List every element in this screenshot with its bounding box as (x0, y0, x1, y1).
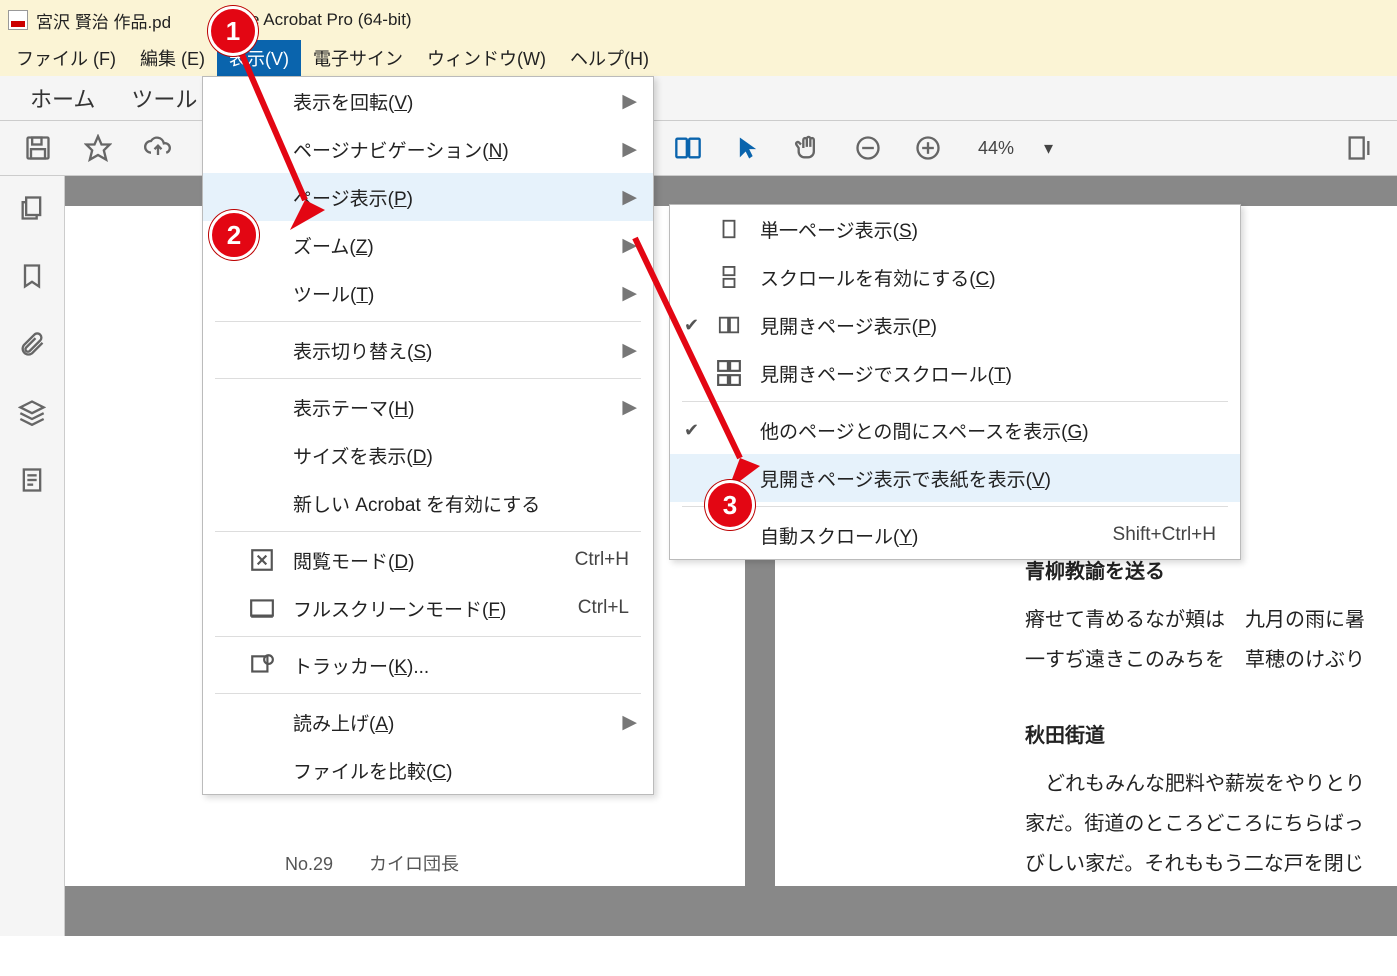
document-panel-icon[interactable] (18, 466, 46, 498)
doc-heading-2: 秋田街道 (1025, 716, 1397, 756)
doc-line-3: どれもみんな肥料や薪炭をやりとり (1025, 764, 1397, 804)
attachments-panel-icon[interactable] (18, 330, 46, 362)
view-menu-tools[interactable]: ツール(T)▶ (203, 269, 653, 317)
star-button[interactable] (68, 134, 128, 162)
layers-panel-icon[interactable] (18, 398, 46, 430)
doc-line-2: 一すぢ遠きこのみちを 草穂のけぶり (1025, 640, 1397, 680)
window-title-prefix: 宮沢 賢治 作品.pd (36, 8, 171, 33)
page-display-auto[interactable]: 自動スクロール(Y)Shift+Ctrl+H (670, 511, 1240, 559)
save-button[interactable] (8, 134, 68, 162)
bookmark-panel-icon[interactable] (18, 262, 46, 294)
cloud-upload-button[interactable] (128, 134, 188, 162)
pages-panel-icon[interactable] (18, 194, 46, 226)
doc-line-1: 瘠せて青めるなが頬は 九月の雨に暑 (1025, 600, 1397, 640)
zoom-out-button[interactable] (838, 134, 898, 162)
view-menu-compare[interactable]: ファイルを比較(C) (203, 746, 653, 794)
page-footer-text: No.29 カイロ団長 (285, 850, 459, 876)
menu-file[interactable]: ファイル (F) (4, 40, 128, 76)
view-menu-tracker[interactable]: トラッカー(K)... (203, 641, 653, 689)
annotation-arrow-2 (620, 228, 780, 508)
annotation-badge-1: 1 (208, 6, 258, 56)
menu-window[interactable]: ウィンドウ(W) (415, 40, 558, 76)
doc-line-4: 家だ。街道のところどころにちらばっ (1025, 804, 1397, 844)
pdf-file-icon (8, 10, 28, 30)
select-tool-button[interactable] (718, 134, 778, 162)
menu-help[interactable]: ヘルプ(H) (558, 40, 661, 76)
view-menu-readaloud[interactable]: 読み上げ(A)▶ (203, 698, 653, 746)
left-panel (0, 176, 65, 936)
window-title-suffix: obe Acrobat Pro (64-bit) (231, 10, 411, 30)
view-menu-full[interactable]: フルスクリーンモード(F)Ctrl+L (203, 584, 653, 632)
view-menu-size[interactable]: サイズを表示(D) (203, 431, 653, 479)
view-menu-newacro[interactable]: 新しい Acrobat を有効にする (203, 479, 653, 527)
annotation-badge-2: 2 (209, 210, 259, 260)
chevron-down-icon: ▾ (1044, 138, 1053, 159)
view-menu-switch[interactable]: 表示切り替え(S)▶ (203, 326, 653, 374)
zoom-level-select[interactable]: 44% ▾ (978, 138, 1053, 159)
menu-edit[interactable]: 編集 (E) (128, 40, 217, 76)
zoom-in-button[interactable] (898, 134, 958, 162)
hand-tool-button[interactable] (778, 134, 838, 162)
two-page-view-button[interactable] (658, 134, 718, 162)
doc-line-5: びしい家だ。それももう二な戸を閉じ (1025, 844, 1397, 884)
tab-home[interactable]: ホーム (12, 82, 113, 114)
view-menu-read[interactable]: 閲覧モード(D)Ctrl+H (203, 536, 653, 584)
tab-tools[interactable]: ツール (113, 82, 215, 114)
menu-bar: ファイル (F) 編集 (E) 表示(V) 電子サイン ウィンドウ(W) ヘルプ… (0, 40, 1397, 76)
annotation-badge-3: 3 (705, 480, 755, 530)
zoom-value: 44% (978, 138, 1014, 159)
annotation-arrow-1 (230, 40, 340, 240)
view-menu-theme[interactable]: 表示テーマ(H)▶ (203, 383, 653, 431)
page-fit-button[interactable] (1329, 134, 1389, 162)
